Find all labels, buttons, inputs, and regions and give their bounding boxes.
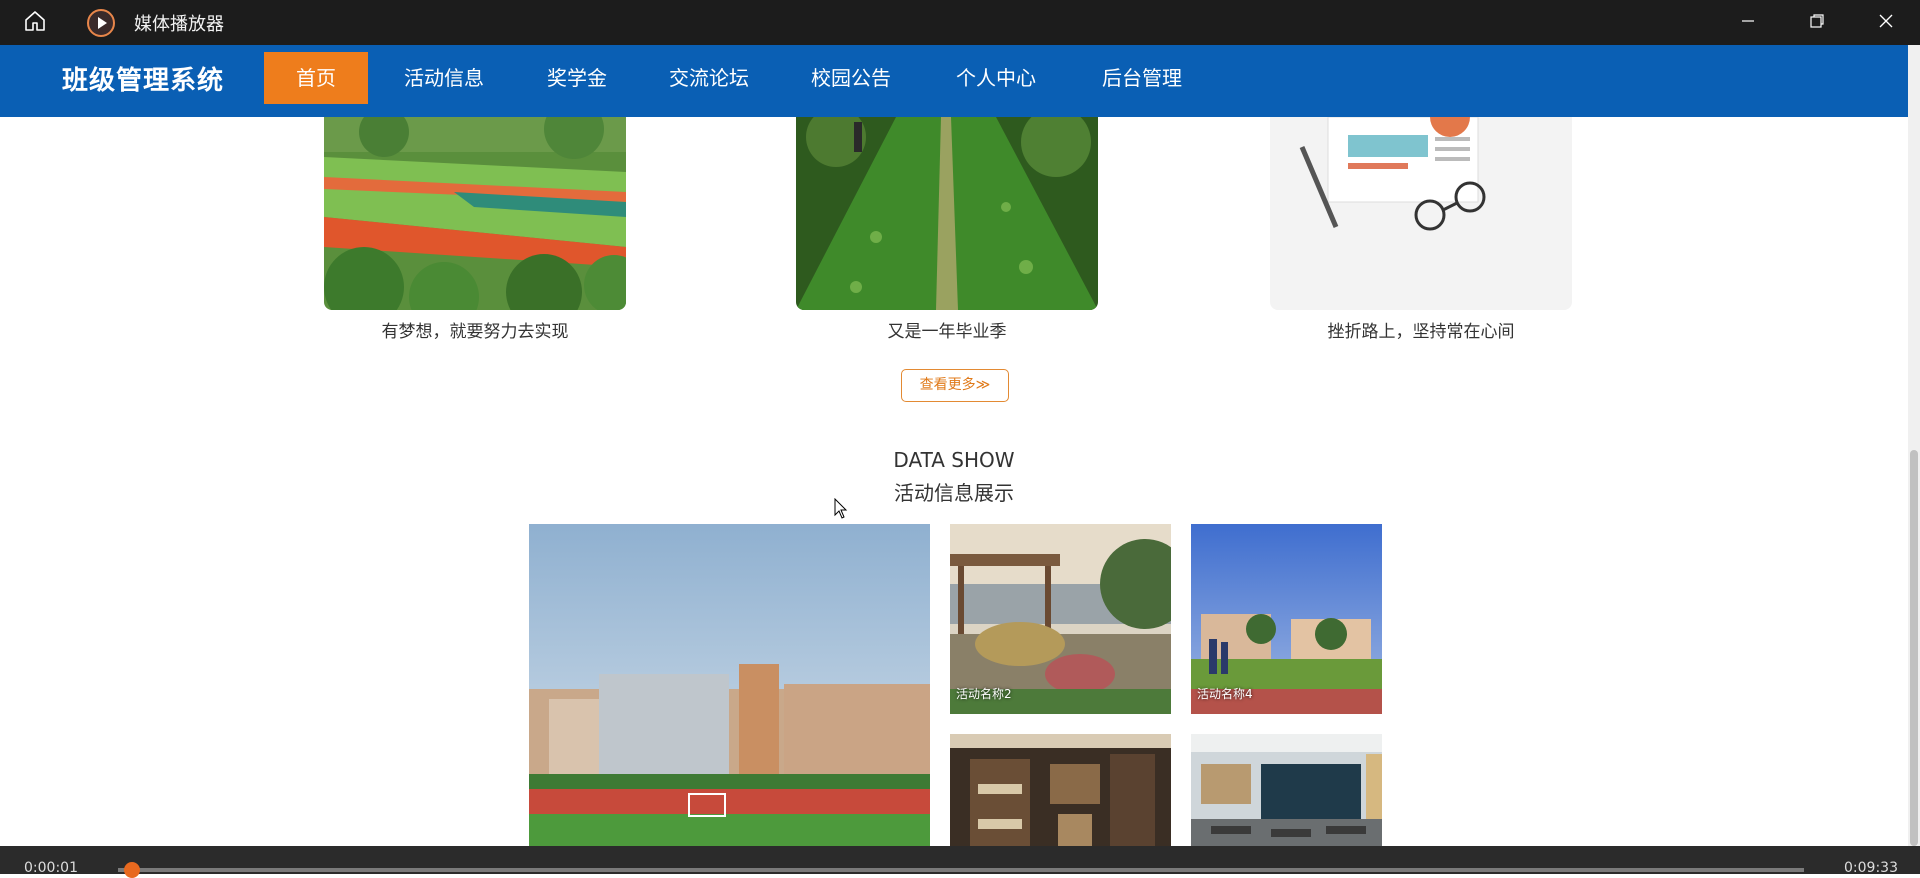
- media-player-logo-icon: [86, 8, 116, 38]
- video-frame: 有梦想，就要努力去实现 又是一年毕业季 挫折路上，坚持常在心间 查看更多≫ DA…: [0, 45, 1908, 846]
- site-brand[interactable]: 班级管理系统: [62, 45, 224, 117]
- nav-forum[interactable]: 交流论坛: [657, 52, 761, 104]
- home-button[interactable]: [0, 0, 70, 45]
- site-navbar: 班级管理系统 首页 活动信息 奖学金 交流论坛 校园公告 个人中心 后台管理: [0, 45, 1908, 117]
- nav-home[interactable]: 首页: [264, 52, 368, 104]
- gallery-image-3[interactable]: [1270, 117, 1572, 310]
- gallery-image-1[interactable]: [324, 117, 626, 310]
- seek-thumb[interactable]: [124, 862, 140, 878]
- minimize-icon: [1740, 13, 1756, 33]
- activity-tile-3[interactable]: 活动名称4: [1191, 524, 1382, 714]
- window-title: 媒体播放器: [134, 13, 224, 35]
- activity-tile-5[interactable]: [1191, 734, 1382, 846]
- data-show-title: DATA SHOW: [893, 448, 1015, 472]
- player-controls: 0:00:01 0:09:33: [0, 846, 1920, 878]
- data-show-subtitle: 活动信息展示: [894, 481, 1014, 505]
- activity-tile-2[interactable]: 活动名称2: [950, 524, 1171, 714]
- nav-personal-center[interactable]: 个人中心: [944, 52, 1048, 104]
- seek-bar[interactable]: [118, 868, 1804, 872]
- nav-campus-notice[interactable]: 校园公告: [799, 52, 903, 104]
- restore-icon: [1809, 13, 1825, 33]
- page-scrollbar[interactable]: [1908, 45, 1920, 846]
- restore-button[interactable]: [1782, 0, 1851, 45]
- close-icon: [1878, 13, 1894, 33]
- minimize-button[interactable]: [1713, 0, 1782, 45]
- gallery-caption-3: 挫折路上，坚持常在心间: [1327, 322, 1515, 342]
- activity-tile-4[interactable]: [950, 734, 1171, 846]
- nav-admin[interactable]: 后台管理: [1090, 52, 1194, 104]
- home-icon: [23, 9, 47, 37]
- gallery-caption-1: 有梦想，就要努力去实现: [381, 322, 569, 342]
- scrollbar-thumb[interactable]: [1910, 450, 1918, 846]
- view-more-button[interactable]: 查看更多≫: [901, 369, 1009, 402]
- window-titlebar: 媒体播放器: [0, 0, 1920, 45]
- activity-tile-label: 活动名称2: [956, 687, 1012, 701]
- activity-tile-1[interactable]: [529, 524, 930, 846]
- nav-activity-info[interactable]: 活动信息: [392, 52, 496, 104]
- activity-tile-label: 活动名称4: [1197, 687, 1253, 701]
- close-button[interactable]: [1851, 0, 1920, 45]
- gallery-image-2[interactable]: [796, 117, 1098, 310]
- mouse-cursor-icon: [834, 497, 848, 524]
- nav-scholarship[interactable]: 奖学金: [525, 52, 629, 104]
- gallery-caption-2: 又是一年毕业季: [887, 322, 1007, 342]
